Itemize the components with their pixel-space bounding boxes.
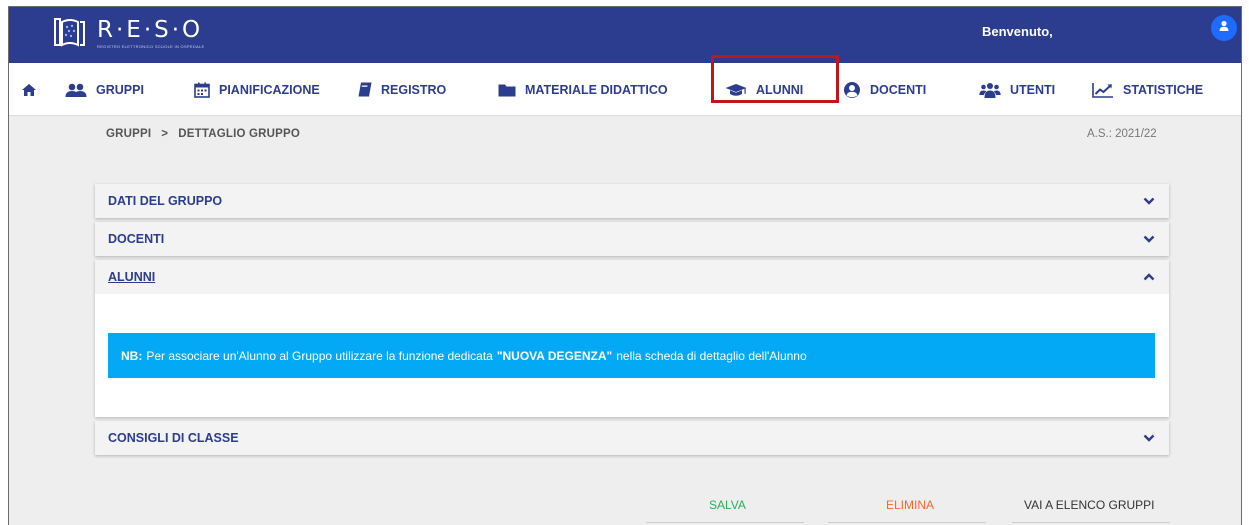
section-header[interactable]: CONSIGLI DI CLASSE bbox=[95, 421, 1169, 455]
nav-registro[interactable]: REGISTRO bbox=[358, 63, 446, 116]
section-title: DOCENTI bbox=[108, 232, 165, 246]
nav-statistiche[interactable]: STATISTICHE bbox=[1092, 63, 1203, 116]
users-icon bbox=[65, 83, 87, 97]
nav-label: MATERIALE DIDATTICO bbox=[525, 82, 668, 97]
button-underline bbox=[646, 522, 804, 523]
section-title: CONSIGLI DI CLASSE bbox=[108, 431, 239, 445]
nav-docenti[interactable]: DOCENTI bbox=[843, 63, 926, 116]
section-header[interactable]: DATI DEL GRUPPO bbox=[95, 184, 1169, 218]
home-icon bbox=[21, 83, 37, 97]
delete-button[interactable]: ELIMINA bbox=[886, 498, 934, 512]
chart-line-icon bbox=[1092, 82, 1114, 98]
section-title: ALUNNI bbox=[108, 270, 156, 284]
book-icon bbox=[358, 82, 372, 97]
section-alunni: ALUNNI NB: Per associare un'Alunno al Gr… bbox=[95, 260, 1169, 417]
breadcrumb-current: DETTAGLIO GRUPPO bbox=[178, 128, 301, 140]
section-header[interactable]: DOCENTI bbox=[95, 222, 1169, 256]
note-prefix: NB: bbox=[121, 348, 143, 363]
nav-gruppi[interactable]: GRUPPI bbox=[65, 63, 144, 116]
nav-label: REGISTRO bbox=[381, 82, 447, 97]
nav-utenti[interactable]: UTENTI bbox=[979, 63, 1055, 116]
app-window: R·E·S·O REGISTRO ELETTRONICO SCUOLE IN O… bbox=[8, 6, 1242, 525]
main-nav: GRUPPI PIANIFICAZIONE REGISTRO MATERIALE… bbox=[9, 63, 1241, 116]
section-title: DATI DEL GRUPPO bbox=[108, 194, 223, 208]
user-menu-button[interactable] bbox=[1211, 15, 1237, 41]
nav-label: DOCENTI bbox=[870, 82, 927, 97]
nav-home[interactable] bbox=[21, 63, 46, 116]
section-header[interactable]: ALUNNI bbox=[95, 260, 1169, 294]
breadcrumb-root[interactable]: GRUPPI bbox=[106, 128, 151, 140]
nav-label: STATISTICHE bbox=[1123, 82, 1204, 97]
nav-label: PIANIFICAZIONE bbox=[219, 82, 320, 97]
group-icon bbox=[979, 82, 1001, 98]
note-text: Per associare un'Alunno al Gruppo utiliz… bbox=[146, 348, 493, 363]
chevron-down-icon bbox=[1143, 232, 1155, 246]
section-body: NB: Per associare un'Alunno al Gruppo ut… bbox=[95, 294, 1169, 417]
welcome-text: Benvenuto, bbox=[982, 24, 1053, 39]
nav-label: GRUPPI bbox=[96, 82, 144, 97]
save-button[interactable]: SALVA bbox=[709, 498, 746, 512]
logo[interactable]: R·E·S·O REGISTRO ELETTRONICO SCUOLE IN O… bbox=[53, 11, 205, 55]
chevron-down-icon bbox=[1143, 194, 1155, 208]
logo-subtitle: REGISTRO ELETTRONICO SCUOLE IN OSPEDALE bbox=[97, 44, 205, 49]
calendar-icon bbox=[194, 82, 210, 98]
info-note: NB: Per associare un'Alunno al Gruppo ut… bbox=[108, 333, 1155, 378]
button-underline bbox=[828, 522, 986, 523]
breadcrumb-separator: > bbox=[161, 128, 169, 140]
back-to-list-button[interactable]: VAI A ELENCO GRUPPI bbox=[1024, 498, 1155, 512]
logo-title: R·E·S·O bbox=[97, 17, 204, 43]
chevron-down-icon bbox=[1143, 431, 1155, 445]
section-consigli-di-classe: CONSIGLI DI CLASSE bbox=[95, 421, 1169, 455]
section-dati-del-gruppo: DATI DEL GRUPPO bbox=[95, 184, 1169, 218]
section-docenti: DOCENTI bbox=[95, 222, 1169, 256]
user-circle-icon bbox=[843, 81, 861, 99]
book-logo-icon bbox=[53, 16, 87, 50]
nav-label: UTENTI bbox=[1010, 82, 1056, 97]
top-bar: R·E·S·O REGISTRO ELETTRONICO SCUOLE IN O… bbox=[9, 7, 1241, 63]
chevron-up-icon bbox=[1143, 270, 1155, 284]
nav-materiale-didattico[interactable]: MATERIALE DIDATTICO bbox=[498, 63, 668, 116]
user-icon bbox=[1218, 19, 1230, 37]
note-text-end: nella scheda di dettaglio dell'Alunno bbox=[616, 348, 807, 363]
note-highlight: "NUOVA DEGENZA" bbox=[496, 348, 613, 363]
button-underline bbox=[1012, 522, 1170, 523]
nav-pianificazione[interactable]: PIANIFICAZIONE bbox=[194, 63, 320, 116]
school-year: A.S.: 2021/22 bbox=[1087, 128, 1157, 140]
nav-label: ALUNNI bbox=[756, 82, 804, 97]
breadcrumb: GRUPPI > DETTAGLIO GRUPPO bbox=[106, 128, 300, 140]
graduation-cap-icon bbox=[725, 83, 747, 97]
nav-alunni[interactable]: ALUNNI bbox=[725, 63, 803, 116]
folder-icon bbox=[498, 83, 516, 97]
